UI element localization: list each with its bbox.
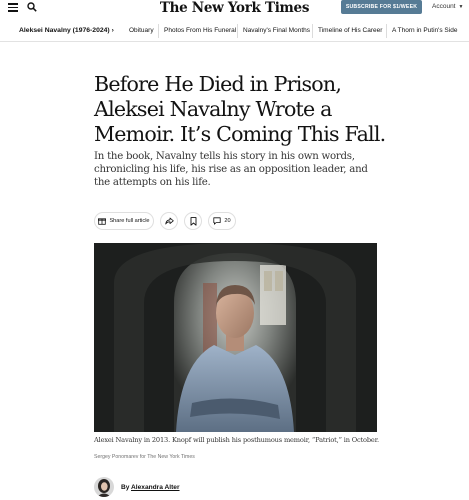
- nav-current-label: Aleksei Navalny (1976-2024): [19, 27, 110, 34]
- nav-item-funeral-photos[interactable]: Photos From His Funeral: [164, 27, 236, 34]
- save-article-button[interactable]: [184, 212, 202, 230]
- account-label: Account: [432, 3, 456, 10]
- share-arrow-button[interactable]: [160, 212, 178, 230]
- photo-credit: Sergey Ponomarev for The New York Times: [94, 454, 195, 460]
- article-photo: [94, 243, 377, 432]
- nav-item-timeline[interactable]: Timeline of His Career: [318, 27, 382, 34]
- gift-icon: [98, 218, 107, 225]
- chevron-right-icon: ›: [111, 27, 114, 34]
- nav-item-thorn-in-putins-side[interactable]: A Thorn in Putin's Side: [392, 27, 457, 34]
- top-bar: The New York Times SUBSCRIBE FOR $1/WEEK…: [0, 0, 469, 16]
- nav-item-final-months[interactable]: Navalny's Final Months: [243, 27, 310, 34]
- author-avatar[interactable]: [94, 477, 114, 497]
- comment-count: 20: [224, 218, 231, 224]
- article-summary: In the book, Navalny tells his story in …: [94, 151, 368, 189]
- bookmark-icon: [190, 216, 196, 226]
- nav-current-topic[interactable]: Aleksei Navalny (1976-2024) ›: [19, 27, 114, 34]
- nav-item-obituary[interactable]: Obituary: [129, 27, 154, 34]
- subscribe-button[interactable]: SUBSCRIBE FOR $1/WEEK: [341, 0, 422, 14]
- comments-button[interactable]: 20: [208, 212, 236, 230]
- account-menu[interactable]: Account ▼: [432, 3, 463, 10]
- author-photo: [94, 477, 114, 497]
- share-arrow-icon: [164, 217, 174, 225]
- nav-divider: [312, 24, 313, 38]
- byline: By Alexandra Alter: [94, 476, 180, 498]
- nav-divider: [386, 24, 387, 38]
- comment-icon: [213, 217, 221, 225]
- nav-divider: [237, 24, 238, 38]
- photo-caption: Alexei Navalny in 2013. Knopf will publi…: [94, 436, 379, 444]
- share-full-article-button[interactable]: Share full article: [94, 212, 154, 230]
- share-tools: Share full article 20: [94, 212, 236, 230]
- chevron-down-icon: ▼: [458, 3, 464, 10]
- article-headline: Before He Died in Prison, Aleksei Navaln…: [94, 72, 386, 146]
- byline-text: By Alexandra Alter: [121, 484, 180, 491]
- byline-prefix: By: [121, 483, 130, 491]
- nav-divider: [158, 24, 159, 38]
- portrait-image: [94, 243, 377, 432]
- author-link[interactable]: Alexandra Alter: [131, 484, 180, 491]
- share-label: Share full article: [109, 218, 150, 224]
- section-nav: Aleksei Navalny (1976-2024) › Obituary P…: [0, 20, 469, 42]
